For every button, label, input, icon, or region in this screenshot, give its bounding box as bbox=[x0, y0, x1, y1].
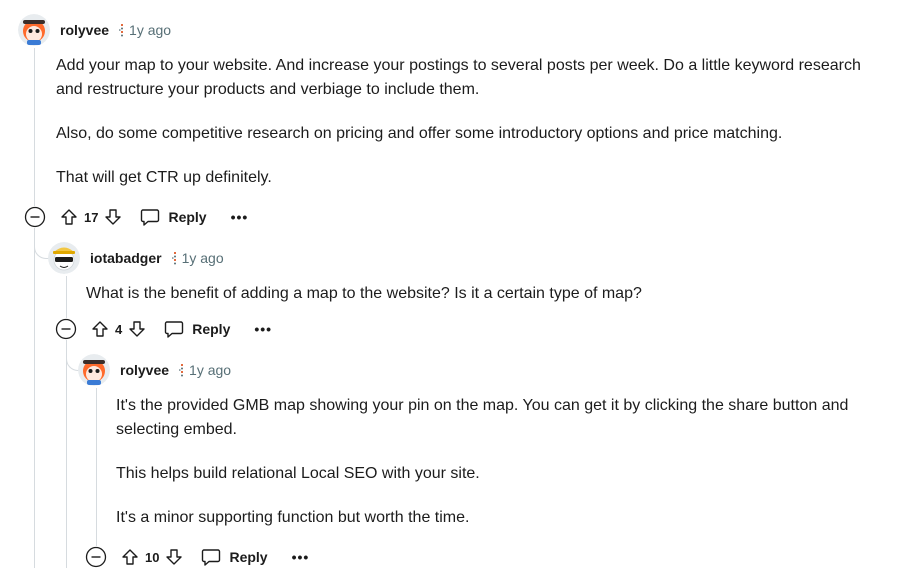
username[interactable]: iotabadger bbox=[90, 250, 162, 266]
comment-body: Add your map to your website. And increa… bbox=[56, 54, 886, 210]
separator-dot-icon bbox=[119, 23, 125, 37]
vote-count: 10 bbox=[145, 549, 160, 565]
avatar-rolyvee-icon[interactable] bbox=[18, 14, 50, 46]
comment-actions: 17 Reply ••• bbox=[24, 203, 248, 231]
avatar-iotabadger-icon[interactable] bbox=[48, 242, 80, 274]
more-options-button[interactable]: ••• bbox=[292, 550, 310, 564]
upvote-icon[interactable] bbox=[60, 208, 78, 226]
thread-line-level-1 bbox=[34, 48, 35, 206]
more-options-button[interactable]: ••• bbox=[254, 322, 272, 336]
comment-body: It's the provided GMB map showing your p… bbox=[116, 394, 896, 550]
timestamp[interactable]: 1y ago bbox=[129, 22, 171, 38]
reply-button[interactable]: Reply bbox=[164, 320, 230, 338]
separator-dot-icon bbox=[171, 251, 178, 265]
comment-paragraph: Also, do some competitive research on pr… bbox=[56, 125, 783, 142]
comment-actions: 4 Reply ••• bbox=[55, 315, 272, 343]
comment-actions: 10 Reply ••• bbox=[85, 543, 309, 571]
timestamp[interactable]: 1y ago bbox=[189, 362, 231, 378]
reply-label: Reply bbox=[168, 209, 207, 225]
username[interactable]: rolyvee bbox=[60, 22, 109, 38]
comment-paragraph: This helps build relational Local SEO wi… bbox=[116, 465, 480, 482]
reply-button[interactable]: Reply bbox=[140, 208, 207, 226]
comment-header: iotabadger 1y ago bbox=[48, 238, 224, 278]
thread-line-level-2-continued bbox=[66, 340, 67, 568]
reply-icon bbox=[165, 321, 184, 338]
collapse-icon[interactable] bbox=[55, 318, 77, 340]
reply-icon bbox=[141, 209, 160, 226]
upvote-icon[interactable] bbox=[121, 548, 139, 566]
comment-header: rolyvee 1y ago bbox=[18, 10, 171, 50]
reply-icon bbox=[202, 549, 221, 566]
comment-paragraph: What is the benefit of adding a map to t… bbox=[86, 285, 642, 302]
reply-button[interactable]: Reply bbox=[201, 548, 268, 566]
collapse-icon[interactable] bbox=[85, 546, 107, 568]
thread-line-level-1-continued bbox=[34, 228, 35, 568]
downvote-icon[interactable] bbox=[165, 548, 183, 566]
thread-line-level-2 bbox=[66, 276, 67, 318]
timestamp[interactable]: 1y ago bbox=[182, 250, 224, 266]
reply-label: Reply bbox=[229, 549, 268, 565]
downvote-icon[interactable] bbox=[104, 208, 122, 226]
vote-count: 17 bbox=[84, 209, 99, 225]
comment-paragraph: That will get CTR up definitely. bbox=[56, 169, 272, 186]
upvote-icon[interactable] bbox=[91, 320, 109, 338]
avatar-rolyvee-icon[interactable] bbox=[78, 354, 110, 386]
username[interactable]: rolyvee bbox=[120, 362, 169, 378]
collapse-icon[interactable] bbox=[24, 206, 46, 228]
comment-paragraph: It's a minor supporting function but wor… bbox=[116, 509, 470, 526]
thread-line-level-3 bbox=[96, 388, 97, 546]
more-options-button[interactable]: ••• bbox=[231, 210, 249, 224]
thread-elbow-level-2 bbox=[34, 230, 49, 259]
comment-paragraph: Add your map to your website. And increa… bbox=[56, 57, 861, 98]
vote-count: 4 bbox=[115, 321, 123, 337]
comment-header: rolyvee 1y ago bbox=[78, 350, 231, 390]
downvote-icon[interactable] bbox=[128, 320, 146, 338]
comment-paragraph: It's the provided GMB map showing your p… bbox=[116, 397, 849, 438]
separator-dot-icon bbox=[179, 363, 185, 377]
reply-label: Reply bbox=[192, 321, 231, 337]
